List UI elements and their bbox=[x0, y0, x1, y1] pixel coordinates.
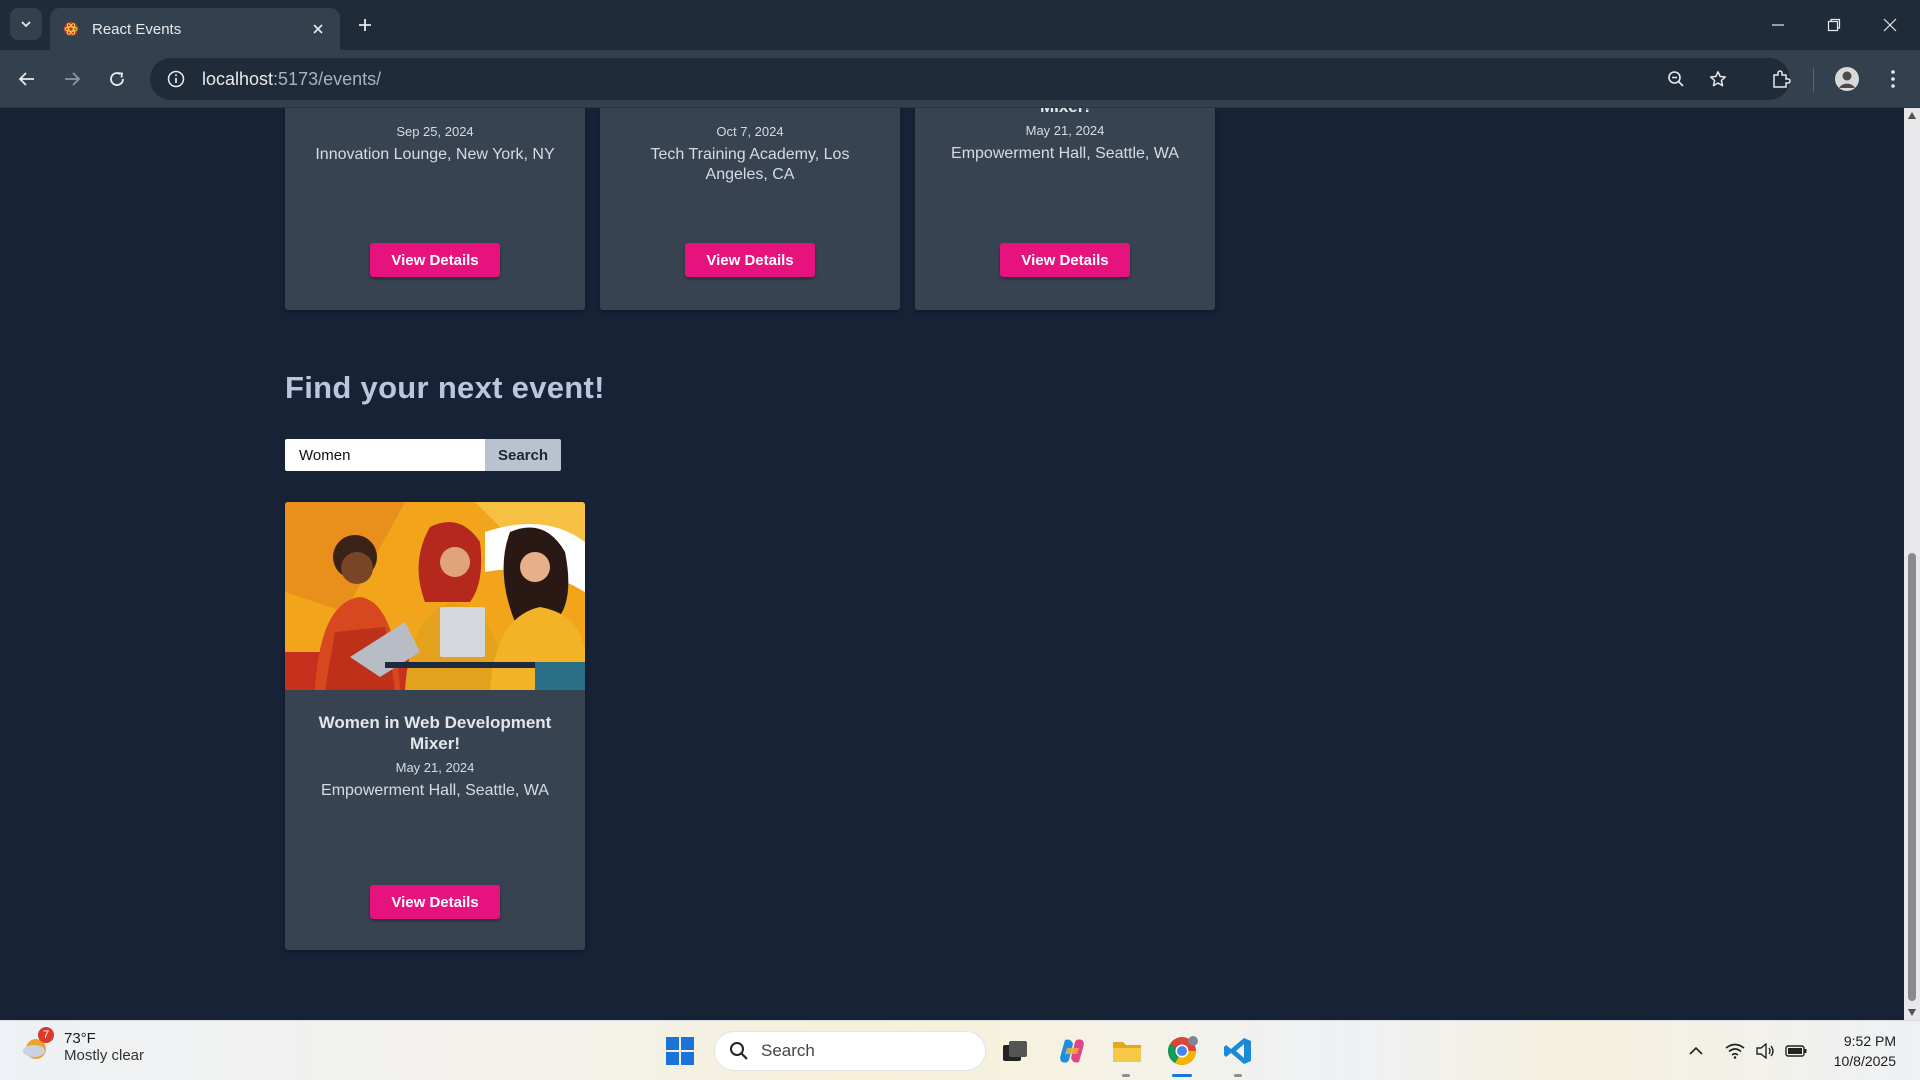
event-card: Sep 25, 2024 Innovation Lounge, New York… bbox=[285, 108, 585, 310]
taskbar-search[interactable]: Search bbox=[714, 1031, 986, 1071]
view-details-button[interactable]: View Details bbox=[685, 243, 815, 277]
chrome-icon bbox=[1168, 1036, 1198, 1065]
restore-icon bbox=[1827, 18, 1841, 32]
site-info-icon[interactable] bbox=[156, 58, 196, 100]
battery-icon bbox=[1785, 1045, 1807, 1057]
event-title: Mixer! bbox=[915, 108, 1215, 117]
windows-taskbar: 7 73°F Mostly clear Search 9:52 PM 10/8/… bbox=[0, 1020, 1920, 1080]
event-card: Women in Web Development Mixer! May 21, … bbox=[285, 502, 585, 950]
tab-title: React Events bbox=[92, 20, 182, 38]
browser-tab-active[interactable]: React Events bbox=[50, 8, 340, 50]
task-view-button[interactable] bbox=[995, 1031, 1035, 1071]
chevron-up-icon bbox=[1689, 1046, 1703, 1055]
event-date: Oct 7, 2024 bbox=[716, 124, 784, 139]
task-view-icon bbox=[1003, 1041, 1027, 1061]
wifi-icon bbox=[1725, 1043, 1745, 1059]
profile-button[interactable] bbox=[1830, 62, 1864, 96]
scroll-up-icon[interactable] bbox=[1908, 112, 1916, 119]
scroll-down-icon[interactable] bbox=[1908, 1009, 1916, 1016]
event-date: Sep 25, 2024 bbox=[396, 124, 474, 139]
chrome-button[interactable] bbox=[1162, 1031, 1202, 1071]
vscode-icon bbox=[1224, 1038, 1251, 1064]
weather-alert-badge: 7 bbox=[38, 1027, 54, 1043]
file-explorer-button[interactable] bbox=[1107, 1031, 1147, 1071]
address-bar[interactable]: localhost:5173/events/ bbox=[150, 58, 1790, 100]
copilot-button[interactable] bbox=[1052, 1031, 1092, 1071]
weather-temperature: 73°F bbox=[64, 1030, 96, 1047]
windows-logo-icon bbox=[666, 1037, 694, 1065]
url-path: :5173/events/ bbox=[273, 68, 382, 89]
minimize-button[interactable] bbox=[1750, 0, 1806, 50]
search-button[interactable]: Search bbox=[485, 439, 561, 471]
search-icon bbox=[730, 1042, 748, 1060]
event-date: May 21, 2024 bbox=[395, 760, 475, 775]
start-button[interactable] bbox=[660, 1031, 700, 1071]
kebab-menu-icon bbox=[1891, 70, 1895, 88]
running-indicator bbox=[1234, 1074, 1242, 1077]
avatar-icon bbox=[1835, 67, 1859, 91]
scrollbar-thumb[interactable] bbox=[1908, 553, 1916, 1001]
view-details-button[interactable]: View Details bbox=[1000, 243, 1130, 277]
zoom-icon[interactable] bbox=[1656, 58, 1696, 100]
back-button[interactable] bbox=[10, 62, 44, 96]
folder-icon bbox=[1113, 1042, 1141, 1062]
toolbar-separator bbox=[1813, 68, 1814, 92]
tab-close-icon[interactable] bbox=[308, 19, 328, 39]
plus-icon bbox=[359, 19, 371, 31]
clock-date: 10/8/2025 bbox=[1833, 1053, 1896, 1069]
event-date: May 21, 2024 bbox=[1025, 123, 1105, 138]
weather-widget[interactable]: 7 73°F Mostly clear bbox=[20, 1027, 145, 1065]
arrow-left-icon bbox=[18, 72, 34, 86]
battery-status[interactable] bbox=[1782, 1021, 1810, 1080]
close-window-button[interactable] bbox=[1862, 0, 1918, 50]
event-image bbox=[285, 502, 585, 690]
browser-tab-strip: React Events bbox=[0, 0, 1920, 50]
vscode-button[interactable] bbox=[1218, 1031, 1258, 1071]
new-tab-button[interactable] bbox=[350, 10, 380, 40]
page-heading: Find your next event! bbox=[285, 370, 605, 405]
running-indicator bbox=[1122, 1074, 1130, 1077]
view-details-button[interactable]: View Details bbox=[370, 885, 500, 919]
event-card: Mixer! May 21, 2024 Empowerment Hall, Se… bbox=[915, 108, 1215, 310]
url-host: localhost bbox=[202, 68, 274, 89]
event-location: Empowerment Hall, Seattle, WA bbox=[321, 782, 549, 799]
speaker-icon bbox=[1756, 1043, 1774, 1059]
show-hidden-icons-button[interactable] bbox=[1684, 1021, 1708, 1080]
forward-button[interactable] bbox=[55, 62, 89, 96]
volume-status[interactable] bbox=[1752, 1021, 1778, 1080]
copilot-icon bbox=[1060, 1039, 1084, 1063]
event-card: Oct 7, 2024 Tech Training Academy, Los A… bbox=[600, 108, 900, 310]
bookmark-star-icon[interactable] bbox=[1698, 58, 1738, 100]
event-location: Tech Training Academy, Los Angeles, CA bbox=[650, 146, 850, 183]
puzzle-icon bbox=[1773, 70, 1791, 88]
minimize-icon bbox=[1772, 24, 1784, 26]
page-scrollbar[interactable] bbox=[1904, 108, 1920, 1020]
wifi-status[interactable] bbox=[1722, 1021, 1748, 1080]
weather-condition: Mostly clear bbox=[64, 1047, 145, 1064]
extensions-button[interactable] bbox=[1764, 62, 1798, 96]
react-favicon-icon bbox=[64, 22, 78, 36]
search-input[interactable] bbox=[285, 439, 485, 471]
taskbar-search-label: Search bbox=[761, 1041, 815, 1060]
weather-icon: 7 bbox=[20, 1027, 56, 1065]
active-indicator bbox=[1172, 1074, 1192, 1077]
browser-toolbar: localhost:5173/events/ bbox=[0, 50, 1920, 108]
url-text: localhost:5173/events/ bbox=[202, 69, 381, 90]
search-form: Search bbox=[285, 439, 561, 471]
restore-button[interactable] bbox=[1806, 0, 1862, 50]
menu-button[interactable] bbox=[1876, 62, 1910, 96]
arrow-right-icon bbox=[65, 72, 81, 86]
reload-button[interactable] bbox=[100, 62, 134, 96]
chevron-down-icon bbox=[21, 21, 31, 28]
events-page: Sep 25, 2024 Innovation Lounge, New York… bbox=[0, 108, 1904, 1020]
reload-icon bbox=[110, 72, 124, 86]
tab-search-button[interactable] bbox=[10, 8, 42, 40]
view-details-button[interactable]: View Details bbox=[370, 243, 500, 277]
close-icon bbox=[1883, 18, 1897, 32]
event-title: Women in Web Development Mixer! bbox=[318, 713, 552, 753]
system-clock[interactable]: 9:52 PM 10/8/2025 bbox=[1834, 1031, 1896, 1071]
event-location: Empowerment Hall, Seattle, WA bbox=[951, 145, 1179, 162]
event-location: Innovation Lounge, New York, NY bbox=[315, 146, 555, 163]
clock-time: 9:52 PM bbox=[1843, 1033, 1896, 1049]
